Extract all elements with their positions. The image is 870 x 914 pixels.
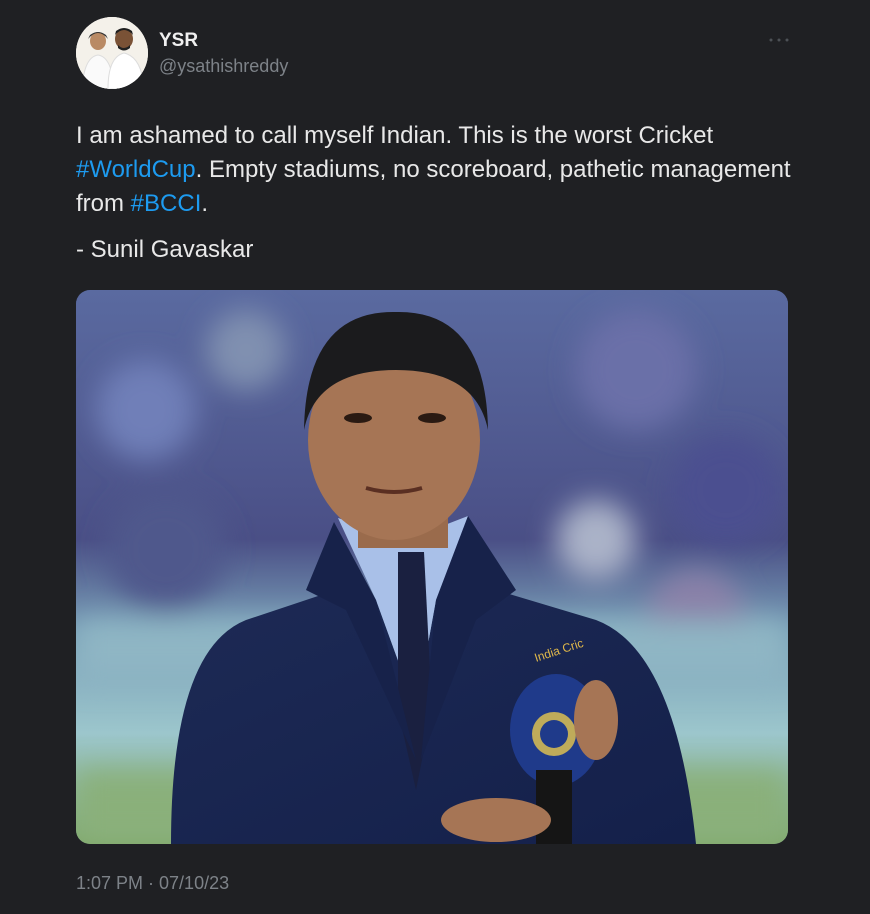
tweet-timestamp[interactable]: 1:07 PM · 07/10/23: [76, 873, 229, 894]
more-options-icon[interactable]: [766, 30, 792, 50]
avatar[interactable]: [76, 17, 148, 89]
tweet-body: I am ashamed to call myself Indian. This…: [76, 119, 796, 221]
tweet-card: YSR @ysathishreddy I am ashamed to call …: [0, 0, 870, 914]
tweet-text-part: I am ashamed to call myself Indian. This…: [76, 122, 714, 149]
tweet-attribution: - Sunil Gavaskar: [76, 236, 254, 263]
tweet-text-part: .: [201, 190, 209, 217]
hashtag-worldcup-link[interactable]: #WorldCup: [76, 156, 196, 183]
tweet-text: I am ashamed to call myself Indian. This…: [76, 119, 796, 267]
hashtag-bcci-link[interactable]: #BCCI: [131, 190, 202, 217]
author-display-name[interactable]: YSR: [159, 30, 198, 52]
tweet-media-photo[interactable]: India Cric: [76, 290, 788, 844]
author-handle[interactable]: @ysathishreddy: [159, 56, 288, 77]
